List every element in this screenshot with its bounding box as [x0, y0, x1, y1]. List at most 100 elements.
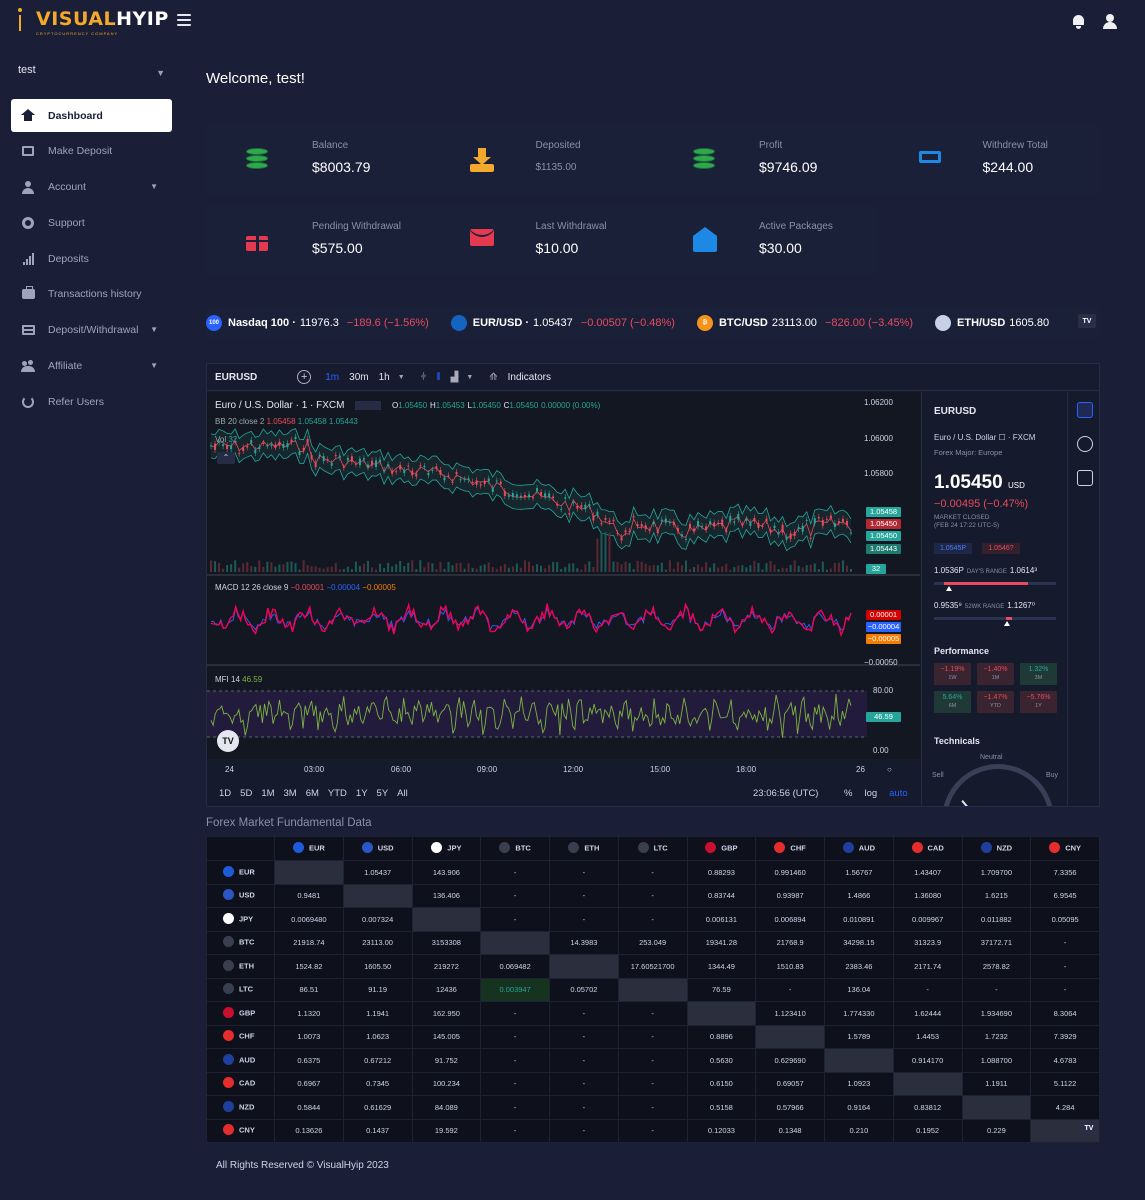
range-6m[interactable]: 6M — [306, 788, 319, 799]
rate-cell[interactable]: 86.51 — [274, 977, 344, 1002]
calendar-tab-icon[interactable] — [1077, 470, 1093, 486]
rate-cell[interactable]: - — [549, 1071, 619, 1096]
rate-cell[interactable]: 0.67212 — [342, 1048, 413, 1073]
ticker-tape[interactable]: 100 Nasdaq 100 · 11976.3 −189.6 (−1.56%) EUR… — [206, 306, 1100, 339]
column-header[interactable]: AUD — [824, 836, 894, 861]
rate-cell[interactable]: 0.12033 — [686, 1118, 757, 1143]
row-header[interactable]: JPY — [206, 907, 275, 932]
performance-cell[interactable]: −1.40% 1M — [977, 663, 1014, 685]
rate-cell[interactable]: 6.9545 — [1030, 883, 1100, 908]
details-tab-icon[interactable] — [1077, 402, 1093, 418]
rate-cell[interactable]: 0.0069480 — [274, 907, 344, 932]
column-header[interactable]: CNY — [1030, 836, 1100, 861]
ticker-item[interactable]: ETH/USD 1605.80 — [935, 314, 1057, 331]
column-header[interactable]: CAD — [892, 836, 963, 861]
range-1m[interactable]: 1M — [261, 788, 274, 799]
column-header[interactable]: CHF — [755, 836, 825, 861]
rate-cell[interactable]: 5.1122 — [1030, 1071, 1100, 1096]
tradingview-logo-icon[interactable]: TV — [217, 730, 239, 752]
rate-cell[interactable]: 0.629690 — [755, 1048, 825, 1073]
sidebar-item-refer-users[interactable]: Refer Users — [11, 385, 172, 418]
rate-cell[interactable]: 4.6783 — [1030, 1048, 1100, 1073]
rate-cell[interactable]: 136.04 — [824, 977, 894, 1002]
rate-cell[interactable]: 2171.74 — [892, 954, 963, 979]
row-header[interactable]: ETH — [206, 954, 275, 979]
rate-cell[interactable]: 76.59 — [686, 977, 757, 1002]
rate-cell[interactable]: 1.123410 — [755, 1001, 825, 1026]
sidebar-item-make-deposit[interactable]: Make Deposit — [11, 135, 172, 168]
rate-cell[interactable]: 1524.82 — [274, 954, 344, 979]
rate-cell[interactable]: - — [480, 907, 550, 932]
area-style-icon[interactable]: ▟ — [451, 372, 459, 383]
rate-cell[interactable]: 0.57966 — [755, 1095, 825, 1120]
rate-cell[interactable]: 1344.49 — [686, 954, 757, 979]
row-header[interactable]: BTC — [206, 930, 275, 955]
rate-cell[interactable]: 1.36080 — [892, 883, 963, 908]
ticker-item[interactable]: 100 Nasdaq 100 · 11976.3 −189.6 (−1.56%) — [206, 314, 429, 331]
row-header[interactable]: LTC — [206, 977, 275, 1002]
chevron-down-icon[interactable]: ▼ — [466, 374, 473, 381]
collapse-legend-button[interactable]: ⌃ — [217, 452, 235, 464]
rate-cell[interactable]: 0.13626 — [274, 1118, 344, 1143]
rate-cell[interactable]: 91.752 — [411, 1048, 482, 1073]
row-header[interactable]: CAD — [206, 1071, 275, 1096]
range-1d[interactable]: 1D — [219, 788, 231, 799]
rate-cell[interactable]: 1.4866 — [824, 883, 894, 908]
row-header[interactable]: CHF — [206, 1024, 275, 1049]
column-header[interactable]: USD — [342, 836, 413, 861]
rate-cell[interactable] — [274, 860, 344, 885]
rate-cell[interactable]: 0.8896 — [686, 1024, 757, 1049]
row-header[interactable]: USD — [206, 883, 275, 908]
rate-cell[interactable]: - — [755, 977, 825, 1002]
rate-cell[interactable]: 1510.83 — [755, 954, 825, 979]
rate-cell[interactable]: 2578.82 — [961, 954, 1032, 979]
rate-cell[interactable]: 100.234 — [411, 1071, 482, 1096]
column-header[interactable]: LTC — [617, 836, 688, 861]
rate-cell[interactable]: 136.406 — [411, 883, 482, 908]
rate-cell[interactable]: 0.88293 — [686, 860, 757, 885]
rate-cell[interactable]: - — [480, 1071, 550, 1096]
rate-cell[interactable]: 0.5844 — [274, 1095, 344, 1120]
rate-cell[interactable]: 0.991460 — [755, 860, 825, 885]
rate-cell[interactable]: 0.9164 — [824, 1095, 894, 1120]
timeframe-30m[interactable]: 30m — [349, 372, 368, 383]
rate-cell[interactable]: 0.61629 — [342, 1095, 413, 1120]
rate-cell[interactable]: - — [617, 1001, 688, 1026]
column-header[interactable]: BTC — [480, 836, 550, 861]
rate-cell[interactable]: 219272 — [411, 954, 482, 979]
rate-cell[interactable] — [824, 1048, 894, 1073]
rate-cell[interactable]: 7.3356 — [1030, 860, 1100, 885]
rate-cell[interactable]: 19341.28 — [686, 930, 757, 955]
rate-cell[interactable]: 0.229 — [961, 1118, 1032, 1143]
rate-cell[interactable]: - — [480, 1118, 550, 1143]
rate-cell[interactable]: - — [549, 1001, 619, 1026]
rate-cell[interactable]: 34298.15 — [824, 930, 894, 955]
rate-cell[interactable]: - — [1030, 930, 1100, 955]
rate-cell[interactable]: 23113.00 — [342, 930, 413, 955]
rate-cell[interactable]: 1.1911 — [961, 1071, 1032, 1096]
rate-cell[interactable]: - — [549, 1118, 619, 1143]
sidebar-item-account[interactable]: Account ▼ — [11, 171, 172, 204]
rate-cell[interactable]: 37172.71 — [961, 930, 1032, 955]
rate-cell[interactable]: 0.011882 — [961, 907, 1032, 932]
rate-cell[interactable]: 1.43407 — [892, 860, 963, 885]
rate-cell[interactable]: 1.709700 — [961, 860, 1032, 885]
rate-cell[interactable]: - — [1030, 954, 1100, 979]
ticker-item[interactable]: EUR/USD · 1.05437 −0.00507 (−0.48%) — [450, 314, 675, 331]
rate-cell[interactable]: 1.7232 — [961, 1024, 1032, 1049]
rate-cell[interactable]: - — [892, 977, 963, 1002]
tradingview-badge-icon[interactable]: TV — [1080, 1121, 1098, 1135]
range-5d[interactable]: 5D — [240, 788, 252, 799]
column-header[interactable]: JPY — [411, 836, 482, 861]
rate-cell[interactable]: 1.1320 — [274, 1001, 344, 1026]
rate-cell[interactable] — [617, 977, 688, 1002]
performance-cell[interactable]: 1.32% 3M — [1020, 663, 1057, 685]
rate-cell[interactable]: 21768.9 — [755, 930, 825, 955]
rate-cell[interactable]: 0.010891 — [824, 907, 894, 932]
bar-style-icon[interactable]: ⫩ — [421, 372, 427, 383]
rate-cell[interactable]: 0.69057 — [755, 1071, 825, 1096]
rate-cell[interactable]: 0.05095 — [1030, 907, 1100, 932]
rate-cell[interactable]: 1.05437 — [342, 860, 413, 885]
rate-cell[interactable] — [961, 1095, 1032, 1120]
sidebar-item-dashboard[interactable]: Dashboard — [11, 99, 172, 132]
